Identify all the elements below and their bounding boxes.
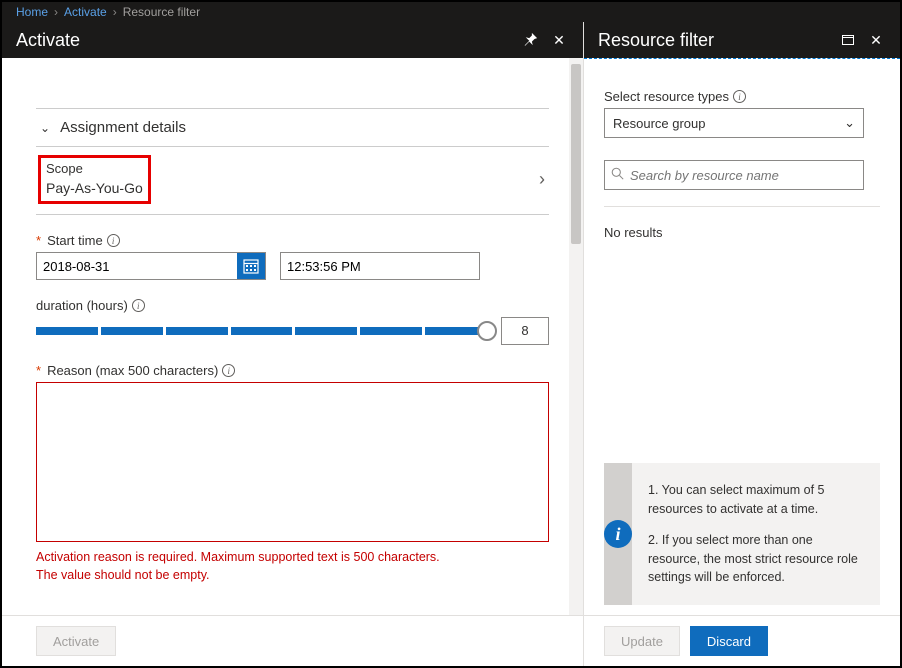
info-icon[interactable]: i: [132, 299, 145, 312]
no-results-text: No results: [604, 225, 880, 240]
activate-button[interactable]: Activate: [36, 626, 116, 656]
resource-type-select[interactable]: Resource group ⌄: [604, 108, 864, 138]
select-value: Resource group: [613, 116, 706, 131]
resource-search-wrap: [604, 160, 864, 190]
close-icon[interactable]: ✕: [866, 32, 886, 49]
time-input[interactable]: [280, 252, 480, 280]
section-title: Assignment details: [60, 119, 186, 136]
chevron-right-icon: ›: [113, 5, 117, 19]
reason-error: Activation reason is required. Maximum s…: [36, 549, 549, 584]
start-time-label: Start time: [47, 233, 103, 248]
date-input[interactable]: [37, 259, 237, 274]
duration-label: duration (hours): [36, 298, 128, 313]
slider-thumb[interactable]: [477, 321, 497, 341]
discard-button[interactable]: Discard: [690, 626, 768, 656]
breadcrumb: Home › Activate › Resource filter: [2, 2, 900, 22]
resource-filter-header: Resource filter ✕: [584, 22, 900, 58]
breadcrumb-home[interactable]: Home: [16, 5, 48, 19]
chevron-down-icon: ⌄: [40, 121, 50, 135]
divider: [604, 206, 880, 207]
resource-search-input[interactable]: [630, 168, 857, 183]
activate-title: Activate: [16, 30, 80, 51]
update-button[interactable]: Update: [604, 626, 680, 656]
resource-filter-title: Resource filter: [598, 30, 714, 51]
chevron-right-icon: ›: [54, 5, 58, 19]
required-icon: *: [36, 233, 41, 248]
tip-1: 1. You can select maximum of 5 resources…: [648, 481, 864, 519]
breadcrumb-activate[interactable]: Activate: [64, 5, 107, 19]
scrollbar[interactable]: [569, 58, 583, 615]
reason-label: Reason (max 500 characters): [47, 363, 218, 378]
info-icon[interactable]: i: [733, 90, 746, 103]
info-icon: i: [604, 520, 632, 548]
calendar-button[interactable]: [237, 253, 265, 279]
activate-header: Activate ✕: [2, 22, 583, 58]
breadcrumb-current: Resource filter: [123, 5, 200, 19]
calendar-icon: [243, 258, 259, 274]
tip-2: 2. If you select more than one resource,…: [648, 531, 864, 587]
duration-value[interactable]: 8: [501, 317, 549, 345]
search-icon: [611, 167, 624, 183]
pin-icon[interactable]: [521, 32, 541, 49]
select-resource-types-label: Select resource types: [604, 89, 729, 104]
info-icon[interactable]: i: [107, 234, 120, 247]
info-icon[interactable]: i: [222, 364, 235, 377]
scope-label: Scope: [46, 161, 143, 176]
reason-textarea[interactable]: [36, 382, 549, 542]
required-icon: *: [36, 363, 41, 378]
maximize-icon[interactable]: [838, 32, 858, 48]
info-banner: i 1. You can select maximum of 5 resourc…: [604, 463, 880, 605]
close-icon[interactable]: ✕: [549, 32, 569, 49]
chevron-down-icon: ⌄: [844, 115, 855, 131]
assignment-details-toggle[interactable]: ⌄ Assignment details: [36, 108, 549, 147]
left-footer: Activate: [2, 615, 583, 666]
date-input-wrap: [36, 252, 266, 280]
chevron-right-icon: ›: [539, 169, 545, 190]
scope-value: Pay-As-You-Go: [46, 180, 143, 196]
duration-slider[interactable]: [36, 325, 487, 337]
right-footer: Update Discard: [584, 615, 900, 666]
scope-row[interactable]: Scope Pay-As-You-Go ›: [36, 147, 549, 215]
activate-pane: Activate ✕ ⌄ Assignment details Scope Pa…: [2, 22, 584, 666]
resource-filter-pane: Resource filter ✕ Select resource types …: [584, 22, 900, 666]
scope-highlight: Scope Pay-As-You-Go: [40, 157, 149, 202]
